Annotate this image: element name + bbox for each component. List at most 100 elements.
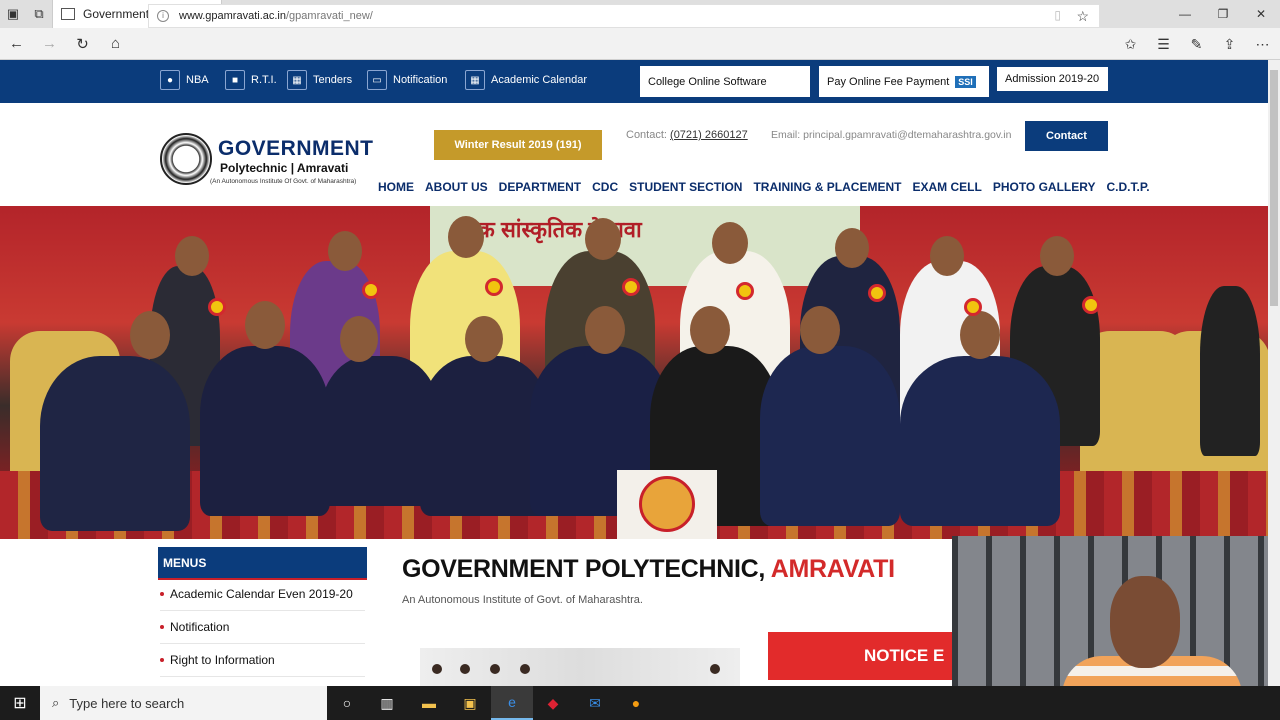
- head: [340, 316, 378, 362]
- nav-photo-gallery[interactable]: PHOTO GALLERY: [993, 180, 1096, 194]
- site-info-icon[interactable]: i: [157, 10, 169, 22]
- forward-icon[interactable]: →: [33, 28, 66, 60]
- windows-start-icon[interactable]: ⊞: [0, 686, 40, 720]
- notice-board-button[interactable]: NOTICE E: [768, 632, 954, 680]
- person: [760, 346, 900, 526]
- calendar-icon: ▦: [287, 70, 307, 90]
- winter-result-button[interactable]: Winter Result 2019 (191): [434, 130, 602, 160]
- store-icon[interactable]: ▣: [449, 686, 491, 720]
- mail-icon[interactable]: ✉: [574, 686, 616, 720]
- person: [900, 356, 1060, 526]
- head: [490, 664, 500, 674]
- file-explorer-icon[interactable]: ▬: [408, 686, 450, 720]
- contact-button[interactable]: Contact: [1025, 121, 1108, 151]
- nav-cdtp[interactable]: C.D.T.P.: [1107, 180, 1150, 194]
- button-label: College Online Software: [648, 75, 767, 88]
- nav-home[interactable]: HOME: [378, 180, 414, 194]
- calendar-icon: ▦: [465, 70, 485, 90]
- college-logo[interactable]: GOVERNMENT Polytechnic | Amravati (An Au…: [160, 131, 373, 189]
- tabs-aside-icon[interactable]: ⧉: [26, 0, 52, 28]
- head: [460, 664, 470, 674]
- head: [690, 306, 730, 354]
- head: [1040, 236, 1074, 276]
- nav-about-us[interactable]: ABOUT US: [425, 180, 488, 194]
- nav-exam-cell[interactable]: EXAM CELL: [912, 180, 981, 194]
- email-label: Email:: [771, 129, 801, 141]
- window-controls: — ❐ ✕: [1166, 0, 1280, 28]
- home-icon[interactable]: ⌂: [99, 28, 132, 60]
- person: [200, 346, 330, 516]
- nav-department[interactable]: DEPARTMENT: [499, 180, 581, 194]
- media-app-icon[interactable]: ◆: [532, 686, 574, 720]
- scrollbar-thumb[interactable]: [1270, 70, 1278, 306]
- top-link-nba[interactable]: ● NBA: [160, 69, 209, 91]
- logo-subtitle: Polytechnic | Amravati: [220, 161, 349, 175]
- more-icon[interactable]: ⋯: [1246, 28, 1279, 60]
- share-icon[interactable]: ⇪: [1213, 28, 1246, 60]
- url-field[interactable]: i www.gpamravati.ac.in/gpamravati_new/ ▯…: [148, 4, 1100, 28]
- top-link-tenders[interactable]: ▦ Tenders: [287, 69, 352, 91]
- monitor-icon: ▭: [367, 70, 387, 90]
- top-link-label: Tenders: [313, 74, 353, 86]
- reading-view-icon[interactable]: ▯: [1054, 8, 1061, 22]
- head: [245, 301, 285, 349]
- top-link-label: Notification: [393, 74, 448, 86]
- windows-taskbar: ⊞ ⌕ Type here to search ○ ▥ ▬ ▣ e ◆ ✉ ●: [0, 686, 1280, 720]
- contact-phone-link[interactable]: (0721) 2660127: [670, 129, 748, 141]
- tab-actions-icon[interactable]: ▣: [0, 0, 26, 28]
- menu-item-academic-calendar[interactable]: Academic Calendar Even 2019-20: [160, 578, 365, 611]
- bullet-icon: [160, 625, 164, 629]
- menu-item-rti[interactable]: Right to Information: [160, 644, 365, 677]
- restore-icon[interactable]: ❐: [1204, 0, 1242, 28]
- nav-cdc[interactable]: CDC: [592, 180, 618, 194]
- menu-item-notification[interactable]: Notification: [160, 611, 365, 644]
- fee-payment-button[interactable]: Pay Online Fee Payment SSI: [819, 66, 989, 97]
- button-label: Pay Online Fee Payment: [827, 75, 950, 88]
- edge-icon[interactable]: e: [491, 686, 533, 720]
- rosette: [362, 281, 380, 299]
- search-icon: ⌕: [52, 695, 60, 710]
- trophy-medal-icon: [639, 476, 695, 532]
- firefox-icon[interactable]: ●: [615, 686, 657, 720]
- presenter-head: [1110, 576, 1180, 668]
- nav-training-placement[interactable]: TRAINING & PLACEMENT: [753, 180, 901, 194]
- page-scrollbar[interactable]: [1268, 60, 1280, 686]
- task-view-icon[interactable]: ▥: [366, 686, 408, 720]
- rosette: [485, 278, 503, 296]
- favorite-star-icon[interactable]: ☆: [1076, 8, 1089, 25]
- head: [930, 236, 964, 276]
- top-link-notification[interactable]: ▭ Notification: [367, 69, 447, 91]
- menu-item-label: Notification: [170, 620, 230, 634]
- email-value[interactable]: principal.gpamravati@dtemaharashtra.gov.…: [803, 129, 1011, 141]
- head: [585, 218, 621, 260]
- college-seal-icon: [160, 133, 212, 185]
- top-link-label: NBA: [186, 74, 209, 86]
- head: [835, 228, 869, 268]
- top-link-rti[interactable]: ■ R.T.I.: [225, 69, 277, 91]
- cortana-icon[interactable]: ○: [326, 686, 368, 720]
- back-icon[interactable]: ←: [0, 28, 33, 60]
- hub-icon[interactable]: ☰: [1147, 28, 1180, 60]
- taskbar-search[interactable]: ⌕ Type here to search: [40, 686, 327, 720]
- menus-heading: MENUS: [158, 547, 367, 580]
- close-window-icon[interactable]: ✕: [1242, 0, 1280, 28]
- group-photo: [420, 648, 740, 686]
- head: [710, 664, 720, 674]
- main-nav: HOME ABOUT US DEPARTMENT CDC STUDENT SEC…: [378, 180, 1161, 194]
- head: [432, 664, 442, 674]
- college-software-button[interactable]: College Online Software: [640, 66, 810, 97]
- head: [585, 306, 625, 354]
- pen-icon[interactable]: ✎: [1180, 28, 1213, 60]
- menu-item-label: Academic Calendar Even 2019-20: [170, 587, 353, 601]
- favorites-icon[interactable]: ✩: [1114, 28, 1147, 60]
- minimize-icon[interactable]: —: [1166, 0, 1204, 28]
- head: [960, 311, 1000, 359]
- refresh-icon[interactable]: ↻: [66, 28, 99, 60]
- top-link-academic-calendar[interactable]: ▦ Academic Calendar: [465, 69, 587, 91]
- contact-info: Contact: (0721) 2660127: [626, 129, 748, 141]
- admission-button[interactable]: Admission 2019-20: [997, 67, 1108, 91]
- rosette: [1082, 296, 1100, 314]
- hero-photo: विक सांस्कृतिक मेळावा: [0, 206, 1268, 539]
- button-label: Admission 2019-20: [1005, 73, 1100, 85]
- nav-student-section[interactable]: STUDENT SECTION: [629, 180, 742, 194]
